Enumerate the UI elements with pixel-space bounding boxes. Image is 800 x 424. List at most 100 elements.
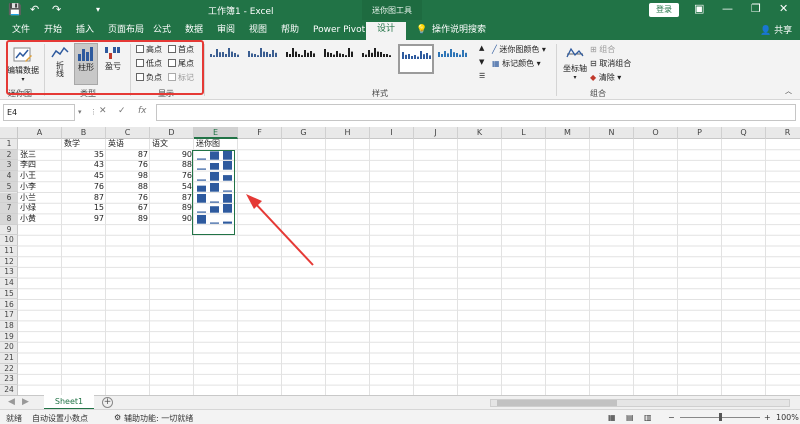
row-header-19[interactable]: 19 xyxy=(0,332,18,343)
column-header-b[interactable]: B xyxy=(62,127,106,139)
tab-insert[interactable]: 插入 xyxy=(72,23,98,40)
tab-file[interactable]: 文件 xyxy=(8,23,34,40)
chinese-score-cell[interactable]: 90 xyxy=(150,150,194,161)
edit-data-button[interactable]: 编辑数据 ▾ xyxy=(6,45,40,85)
row-header-23[interactable]: 23 xyxy=(0,374,18,386)
show-high-point-checkbox[interactable]: 高点 xyxy=(136,44,162,55)
customize-quick-access-icon[interactable]: ▾ xyxy=(96,5,100,14)
row-header-17[interactable]: 17 xyxy=(0,310,18,321)
column-header-c[interactable]: C xyxy=(106,127,150,139)
maximize-icon[interactable]: ❐ xyxy=(751,2,761,15)
show-negative-point-checkbox[interactable]: 负点 xyxy=(136,72,162,83)
math-score-cell[interactable]: 87 xyxy=(62,193,106,204)
marker-color-button[interactable]: ▦ 标记颜色 ▾ xyxy=(492,58,541,69)
row-header-9[interactable]: 9 xyxy=(0,225,18,236)
row-header-22[interactable]: 22 xyxy=(0,364,18,375)
formula-input[interactable] xyxy=(156,104,796,121)
row-header-8[interactable]: 8 xyxy=(0,213,18,225)
row-header-18[interactable]: 18 xyxy=(0,321,18,332)
header-cell-e[interactable]: 迷你图 xyxy=(194,139,238,150)
row-header-1[interactable]: 1 xyxy=(0,139,18,150)
row-header-5[interactable]: 5 xyxy=(0,181,18,193)
zoom-level[interactable]: 100% xyxy=(776,413,799,422)
column-header-j[interactable]: J xyxy=(414,127,458,139)
name-cell[interactable]: 小黄 xyxy=(18,214,62,225)
header-cell-c[interactable]: 英语 xyxy=(106,139,150,150)
tab-home[interactable]: 开始 xyxy=(40,23,66,40)
gallery-scroll-down-icon[interactable]: ▼ xyxy=(479,58,484,66)
math-score-cell[interactable]: 15 xyxy=(62,203,106,214)
chinese-score-cell[interactable]: 88 xyxy=(150,160,194,171)
sparkline-style-option[interactable] xyxy=(436,44,472,74)
row-header-7[interactable]: 7 xyxy=(0,203,18,214)
minimize-icon[interactable]: — xyxy=(722,2,733,15)
name-cell[interactable]: 小王 xyxy=(18,171,62,182)
column-header-e[interactable]: E xyxy=(194,127,238,139)
sparkline-cell[interactable] xyxy=(194,203,234,214)
ribbon-display-options-icon[interactable]: ▣ xyxy=(694,2,704,15)
math-score-cell[interactable]: 45 xyxy=(62,171,106,182)
next-sheet-icon[interactable]: ▶ xyxy=(22,397,29,407)
row-header-11[interactable]: 11 xyxy=(0,246,18,257)
english-score-cell[interactable]: 88 xyxy=(106,182,150,193)
sparkline-color-button[interactable]: ╱ 迷你图颜色 ▾ xyxy=(492,44,546,55)
chinese-score-cell[interactable]: 87 xyxy=(150,193,194,204)
header-cell-b[interactable]: 数学 xyxy=(62,139,106,150)
column-header-q[interactable]: Q xyxy=(722,127,766,139)
sparkline-style-option[interactable] xyxy=(398,44,434,74)
column-header-d[interactable]: D xyxy=(150,127,194,139)
sparkline-cell[interactable] xyxy=(194,171,234,182)
row-header-21[interactable]: 21 xyxy=(0,353,18,364)
english-score-cell[interactable]: 98 xyxy=(106,171,150,182)
row-header-6[interactable]: 6 xyxy=(0,192,18,204)
row-header-12[interactable]: 12 xyxy=(0,257,18,268)
accessibility-icon[interactable]: ⚙ xyxy=(114,413,121,422)
column-header-a[interactable]: A xyxy=(18,127,62,139)
status-accessibility[interactable]: 辅助功能: 一切就绪 xyxy=(124,413,193,424)
prev-sheet-icon[interactable]: ◀ xyxy=(8,397,15,407)
chinese-score-cell[interactable]: 89 xyxy=(150,203,194,214)
column-header-l[interactable]: L xyxy=(502,127,546,139)
zoom-in-icon[interactable]: + xyxy=(764,413,771,422)
sparkline-cell[interactable] xyxy=(194,193,234,204)
column-header-k[interactable]: K xyxy=(458,127,502,139)
row-header-16[interactable]: 16 xyxy=(0,300,18,311)
sparkline-style-option[interactable] xyxy=(322,44,358,74)
sparkline-style-option[interactable] xyxy=(360,44,396,74)
ungroup-button[interactable]: ⊟ 取消组合 xyxy=(590,58,631,69)
name-cell[interactable]: 小李 xyxy=(18,182,62,193)
chinese-score-cell[interactable]: 90 xyxy=(150,214,194,225)
redo-icon[interactable]: ↷ xyxy=(52,3,61,16)
column-header-n[interactable]: N xyxy=(590,127,634,139)
scrollbar-thumb[interactable] xyxy=(497,400,617,406)
row-header-4[interactable]: 4 xyxy=(0,171,18,182)
column-header-r[interactable]: R xyxy=(766,127,800,139)
english-score-cell[interactable]: 87 xyxy=(106,150,150,161)
show-low-point-checkbox[interactable]: 低点 xyxy=(136,58,162,69)
name-cell[interactable]: 小绿 xyxy=(18,203,62,214)
sparkline-cell[interactable] xyxy=(194,150,234,161)
english-score-cell[interactable]: 89 xyxy=(106,214,150,225)
column-header-o[interactable]: O xyxy=(634,127,678,139)
cancel-icon[interactable]: ✕ xyxy=(99,106,107,116)
row-header-2[interactable]: 2 xyxy=(0,149,18,161)
insert-function-icon[interactable]: fx xyxy=(138,106,147,116)
math-score-cell[interactable]: 43 xyxy=(62,160,106,171)
undo-icon[interactable]: ↶ xyxy=(30,3,39,16)
worksheet-grid[interactable]: 数学 英语 语文 迷你图 张三 35 87 90 李四 43 76 88 小王 45 98 76 小李 76 88 5… xyxy=(18,139,800,395)
row-header-20[interactable]: 20 xyxy=(0,342,18,353)
show-last-point-checkbox[interactable]: 尾点 xyxy=(168,58,194,69)
page-layout-view-icon[interactable]: ▤ xyxy=(626,413,634,422)
english-score-cell[interactable]: 67 xyxy=(106,203,150,214)
name-cell[interactable]: 小兰 xyxy=(18,193,62,204)
column-header-h[interactable]: H xyxy=(326,127,370,139)
formula-bar-resize-icon[interactable]: ⋮ xyxy=(90,108,97,116)
column-header-g[interactable]: G xyxy=(282,127,326,139)
type-line-button[interactable]: 折线 xyxy=(48,45,72,85)
gallery-more-icon[interactable]: ☰ xyxy=(479,72,485,80)
login-button[interactable]: 登录 xyxy=(649,3,679,17)
tab-page-layout[interactable]: 页面布局 xyxy=(104,23,148,40)
sparkline-cell[interactable] xyxy=(194,214,234,225)
sparkline-style-option[interactable] xyxy=(208,44,244,74)
collapse-ribbon-icon[interactable]: ︿ xyxy=(785,86,792,96)
